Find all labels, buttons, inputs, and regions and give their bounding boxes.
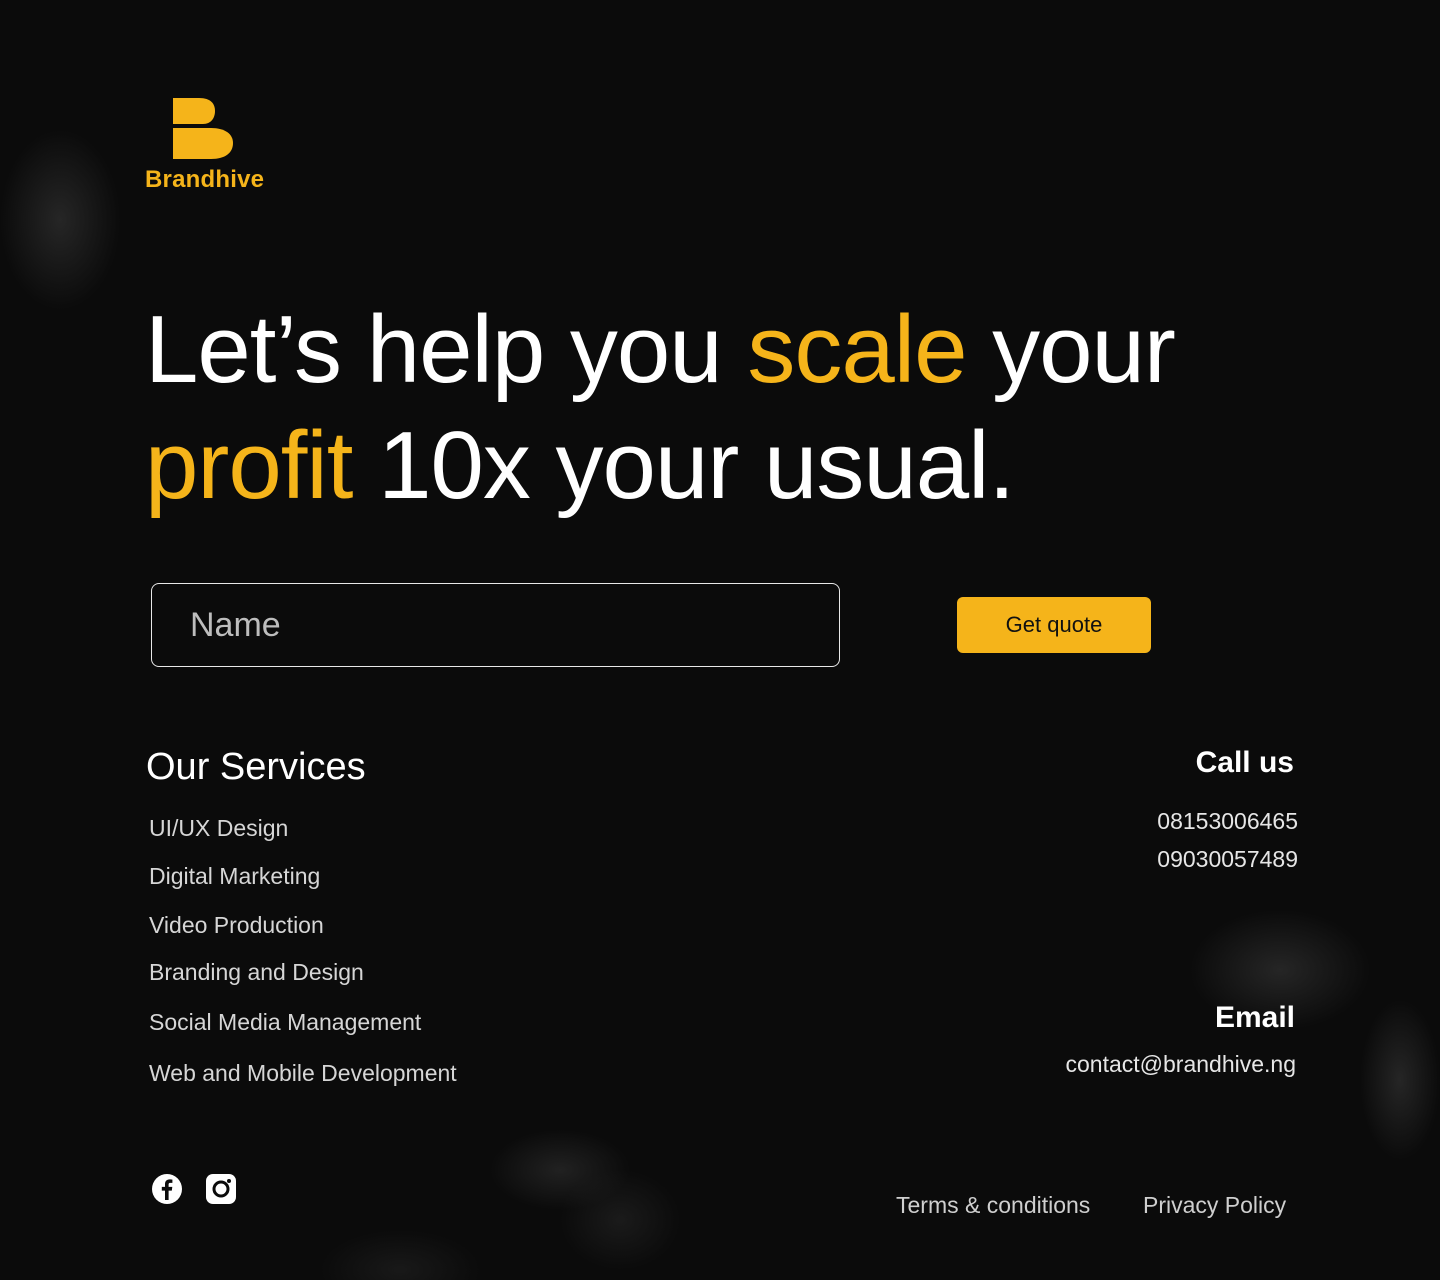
headline-accent-scale: scale [747,296,967,403]
facebook-icon [152,1174,182,1204]
service-item-branding[interactable]: Branding and Design [149,959,364,986]
call-us-title: Call us [1195,746,1294,779]
headline-text: 10x your usual. [352,412,1015,519]
get-quote-button[interactable]: Get quote [957,597,1151,653]
service-item-web-mobile[interactable]: Web and Mobile Development [149,1060,457,1087]
headline-accent-profit: profit [145,412,353,519]
phone-number[interactable]: 08153006465 [1157,808,1298,835]
brandhive-b-logo-icon [173,98,233,159]
brand-name: Brandhive [145,166,265,193]
instagram-link[interactable] [205,1173,237,1205]
terms-link[interactable]: Terms & conditions [896,1192,1090,1219]
services-title: Our Services [146,746,366,788]
email-title: Email [1214,1001,1295,1034]
phone-number[interactable]: 09030057489 [1157,846,1298,873]
service-item-uiux[interactable]: UI/UX Design [149,815,288,842]
hero-headline: Let’s help you scale your profit 10x you… [145,292,1345,524]
email-address[interactable]: contact@brandhive.ng [1066,1051,1297,1078]
privacy-policy-link[interactable]: Privacy Policy [1143,1192,1286,1219]
service-item-digital-marketing[interactable]: Digital Marketing [149,863,320,890]
service-item-social-media[interactable]: Social Media Management [149,1009,421,1036]
page: Brandhive Let’s help you scale your prof… [0,0,1440,1280]
headline-text: your [966,296,1176,403]
service-item-video-production[interactable]: Video Production [149,912,324,939]
facebook-link[interactable] [151,1173,183,1205]
headline-text: Let’s help you [145,296,748,403]
name-input[interactable] [151,583,840,667]
instagram-icon [206,1174,236,1204]
